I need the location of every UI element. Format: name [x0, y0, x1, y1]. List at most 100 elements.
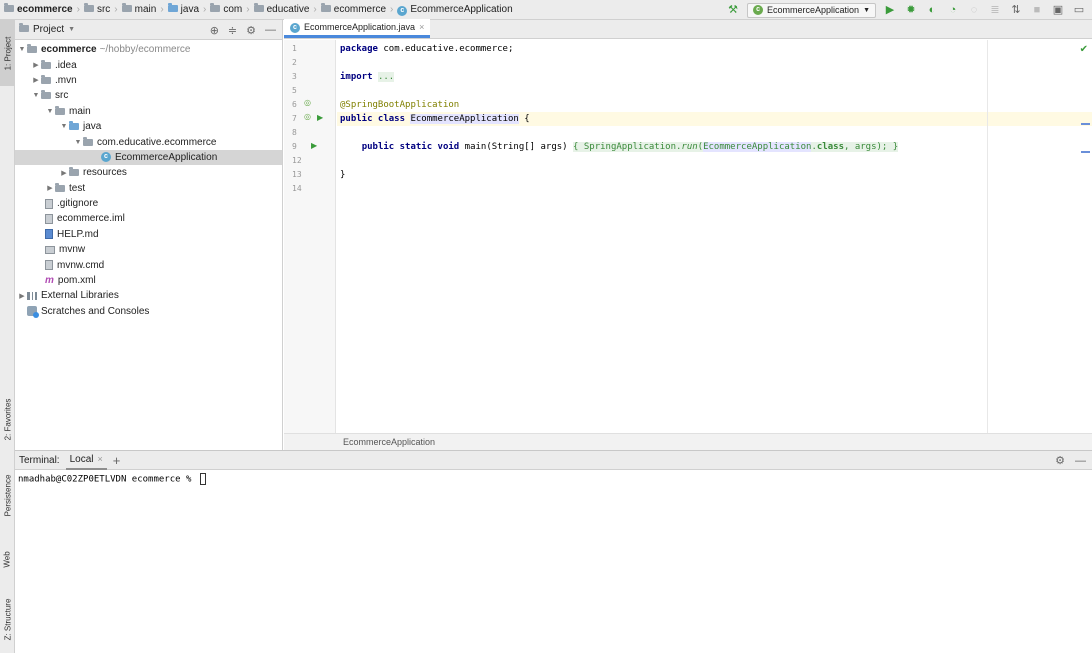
breadcrumb-main[interactable]: main	[121, 0, 156, 20]
tree-node-ecommerce-application[interactable]: c EcommerceApplication	[15, 149, 282, 166]
chevron-down-icon[interactable]: ▼	[59, 123, 69, 130]
error-stripe-mark[interactable]	[1081, 151, 1090, 153]
hide-icon[interactable]: —	[265, 24, 276, 36]
tree-node-java[interactable]: ▼ java	[15, 119, 282, 134]
chevron-down-icon[interactable]: ▼	[73, 139, 83, 146]
run-gutter-icon[interactable]: ▶	[311, 141, 317, 150]
line-number: 8	[292, 128, 297, 137]
coverage-icon[interactable]: ◐	[925, 0, 939, 20]
breadcrumb-class[interactable]: c EcommerceApplication	[397, 0, 513, 20]
file-icon	[45, 198, 53, 209]
chevron-right-icon[interactable]: ▶	[59, 169, 69, 177]
class-icon: c	[290, 21, 300, 33]
editor-breadcrumb-footer[interactable]: EcommerceApplication	[284, 433, 1092, 450]
collapse-all-icon[interactable]: ≑	[228, 24, 237, 37]
debug-icon[interactable]: ✹	[904, 0, 918, 20]
folded-imports[interactable]: ...	[377, 72, 395, 82]
gear-icon[interactable]: ⚙	[246, 24, 256, 37]
package-icon	[253, 3, 264, 15]
hide-icon[interactable]: —	[1075, 455, 1086, 467]
project-tree: ▼ ecommerce ~/hobby/ecommerce ▶ .idea ▶ …	[15, 40, 282, 319]
breadcrumb-ecommerce-package[interactable]: ecommerce	[320, 0, 386, 20]
package-icon	[210, 3, 221, 15]
chevron-right-icon[interactable]: ▶	[31, 61, 41, 69]
hammer-icon[interactable]: ⚒	[726, 0, 740, 20]
line-number: 7	[292, 114, 297, 123]
code-line-6: @SpringBootApplication	[340, 100, 460, 110]
tree-node-help[interactable]: HELP.md	[15, 227, 282, 242]
error-stripe-mark[interactable]	[1081, 123, 1090, 125]
project-view-select[interactable]: Project ▼	[19, 23, 75, 35]
chevron-down-icon[interactable]: ▼	[17, 46, 27, 53]
tree-node-package[interactable]: ▼ com.educative.ecommerce	[15, 134, 282, 149]
project-structure-icon[interactable]: ▣	[1051, 0, 1065, 20]
left-tool-stripe: 1: Project 2: Favorites Persistence Web …	[0, 20, 15, 653]
run-configuration-select[interactable]: c EcommerceApplication ▼	[747, 2, 876, 18]
scratches-icon	[27, 306, 39, 319]
chevron-right-icon: ›	[203, 4, 207, 15]
tree-node-pom[interactable]: m pom.xml	[15, 273, 282, 288]
breadcrumb-java[interactable]: java	[167, 0, 199, 20]
source-folder-icon	[167, 3, 178, 15]
tree-node-scratches[interactable]: Scratches and Consoles	[15, 304, 282, 319]
breadcrumb-src[interactable]: src	[83, 0, 110, 20]
tool-tab-favorites[interactable]: 2: Favorites	[0, 386, 15, 452]
spring-bean-icon[interactable]: ◎	[304, 112, 311, 121]
tool-tab-persistence[interactable]: Persistence	[0, 460, 15, 530]
terminal-tools: ⚙ —	[1055, 451, 1086, 470]
chevron-right-icon: ›	[114, 4, 118, 15]
tree-node-test[interactable]: ▶ test	[15, 181, 282, 196]
chevron-right-icon: ›	[160, 4, 164, 15]
text-file-icon	[45, 260, 53, 271]
tree-node-ecommerce[interactable]: ▼ ecommerce ~/hobby/ecommerce	[15, 42, 282, 57]
terminal-output[interactable]: nmadhab@C02ZP0ETLVDN ecommerce %	[15, 470, 1092, 488]
editor-tab-bar: c EcommerceApplication.java ×	[284, 19, 1092, 39]
chevron-right-icon[interactable]: ▶	[17, 292, 27, 300]
tree-node-mvn[interactable]: ▶ .mvn	[15, 73, 282, 88]
new-tab-button[interactable]: +	[113, 453, 121, 468]
chevron-right-icon[interactable]: ▶	[31, 76, 41, 84]
gear-icon[interactable]: ⚙	[1055, 454, 1065, 467]
build-icon[interactable]: ≣	[988, 0, 1002, 20]
markdown-icon	[45, 229, 53, 240]
layout-icon[interactable]: ▭	[1072, 0, 1086, 20]
tree-node-src[interactable]: ▼ src	[15, 88, 282, 103]
breadcrumb-com[interactable]: com	[210, 0, 242, 20]
close-icon[interactable]: ×	[419, 22, 424, 32]
tree-node-main[interactable]: ▼ main	[15, 104, 282, 119]
navigation-bar: ecommerce › src › main › java › com › ed…	[0, 0, 1092, 20]
editor-tab-ecommerce-application[interactable]: c EcommerceApplication.java ×	[284, 19, 431, 38]
tool-tab-structure[interactable]: Z: Structure	[0, 586, 15, 652]
tool-tab-project[interactable]: 1: Project	[0, 20, 15, 86]
line-number: 13	[292, 170, 302, 179]
run-icon[interactable]: ▶	[883, 0, 897, 20]
inspection-ok-icon[interactable]: ✔	[1080, 44, 1088, 55]
tree-node-mvnw-cmd[interactable]: mvnw.cmd	[15, 257, 282, 272]
close-icon[interactable]: ×	[97, 454, 102, 464]
locate-icon[interactable]: ⊕	[210, 24, 219, 37]
tree-node-resources[interactable]: ▶ resources	[15, 165, 282, 180]
breadcrumb-ecommerce[interactable]: ecommerce	[4, 0, 73, 20]
stop-icon[interactable]: ■	[1030, 0, 1044, 20]
source-folder-icon	[69, 121, 79, 131]
terminal-tab-local[interactable]: Local ×	[65, 451, 107, 470]
spring-bean-icon[interactable]: ◎	[304, 98, 311, 107]
tree-node-iml[interactable]: ecommerce.iml	[15, 211, 282, 226]
tree-node-idea[interactable]: ▶ .idea	[15, 57, 282, 72]
profile-icon[interactable]: ◔	[946, 0, 960, 20]
attach-icon[interactable]: ◌	[967, 0, 981, 20]
project-folder-icon	[19, 23, 29, 35]
chevron-down-icon[interactable]: ▼	[45, 108, 55, 115]
code-area[interactable]: package com.educative.ecommerce; import …	[337, 40, 1092, 433]
vcs-icon[interactable]: ⇅	[1009, 0, 1023, 20]
chevron-right-icon[interactable]: ▶	[45, 184, 55, 192]
toolbar: ⚒ c EcommerceApplication ▼ ▶ ✹ ◐ ◔ ◌ ≣ ⇅…	[726, 0, 1092, 20]
chevron-down-icon: ▼	[863, 6, 870, 14]
tree-node-mvnw[interactable]: mvnw	[15, 242, 282, 257]
tool-tab-web[interactable]: Web	[0, 534, 15, 584]
run-gutter-icon[interactable]: ▶	[317, 113, 323, 122]
tree-node-gitignore[interactable]: .gitignore	[15, 196, 282, 211]
tree-node-external-libraries[interactable]: ▶ External Libraries	[15, 288, 282, 303]
breadcrumb-educative[interactable]: educative	[253, 0, 309, 20]
chevron-down-icon[interactable]: ▼	[31, 92, 41, 99]
